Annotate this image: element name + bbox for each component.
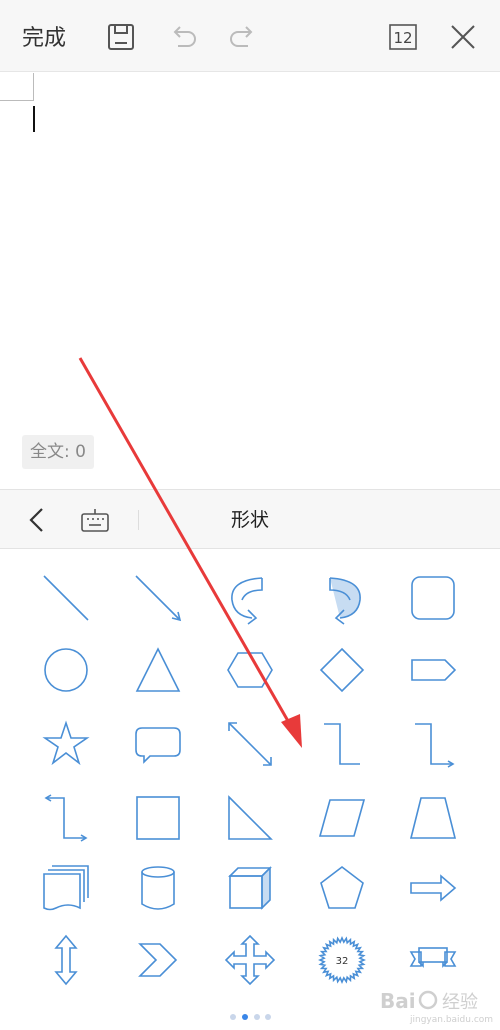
elbow-arrow-connector-shape[interactable] [401,712,465,776]
top-toolbar: 完成 12 [0,0,500,72]
cylinder-shape[interactable] [126,856,190,920]
hexagon-shape[interactable] [218,638,282,702]
panel-title: 形状 [230,509,269,531]
page-view-icon[interactable]: 12 [386,20,420,54]
right-triangle-shape[interactable] [218,786,282,850]
page-dot [254,1014,260,1020]
svg-text:经验: 经验 [442,992,478,1013]
save-icon[interactable] [104,20,138,54]
keyboard-icon[interactable] [79,506,111,534]
triangle-shape[interactable] [126,638,190,702]
shape-grid: 32 [0,550,500,1010]
done-button[interactable]: 完成 [22,24,66,54]
four-way-arrow-shape[interactable] [218,928,282,992]
header-divider [138,510,139,530]
chevron-shape[interactable] [126,928,190,992]
up-down-arrow-shape[interactable] [34,928,98,992]
redo-icon[interactable] [226,20,260,54]
arrow-line-shape[interactable] [126,566,190,630]
parallelogram-shape[interactable] [310,786,374,850]
cube-shape[interactable] [218,856,282,920]
right-arrow-shape[interactable] [401,856,465,920]
oval-shape[interactable] [34,638,98,702]
close-icon[interactable] [446,20,480,54]
diamond-shape[interactable] [310,638,374,702]
rounded-rectangle-shape[interactable] [401,566,465,630]
page-dot [265,1014,271,1020]
undo-icon[interactable] [166,20,200,54]
line-shape[interactable] [34,566,98,630]
page-number: 12 [393,29,412,47]
page-dot [230,1014,236,1020]
curved-arrow-right-shape[interactable] [310,566,374,630]
page-corner-mark [0,73,34,101]
watermark-logo: Bai 经验 jingyan.baidu.com [330,984,496,1026]
text-caret [33,106,35,132]
document-editor[interactable]: 全文: 0 [0,73,500,489]
seal-shape[interactable]: 32 [310,928,374,992]
shape-panel-header: 形状 [0,489,500,549]
chevron-left-icon[interactable] [24,506,50,534]
curved-arrow-left-shape[interactable] [218,566,282,630]
seal-label: 32 [336,956,349,967]
word-count: 全文: 0 [22,435,94,469]
svg-text:Bai: Bai [380,989,416,1013]
ribbon-shape[interactable] [401,928,465,992]
double-arrow-line-shape[interactable] [218,712,282,776]
speech-bubble-shape[interactable] [126,712,190,776]
pentagon-shape[interactable] [310,856,374,920]
pentagon-arrow-shape[interactable] [401,638,465,702]
star-shape[interactable] [34,712,98,776]
elbow-connector-shape[interactable] [310,712,374,776]
multi-document-shape[interactable] [34,856,98,920]
elbow-double-arrow-connector-shape[interactable] [34,786,98,850]
trapezoid-shape[interactable] [401,786,465,850]
page-dot-active [242,1014,248,1020]
rectangle-shape[interactable] [126,786,190,850]
svg-text:jingyan.baidu.com: jingyan.baidu.com [409,1015,493,1025]
